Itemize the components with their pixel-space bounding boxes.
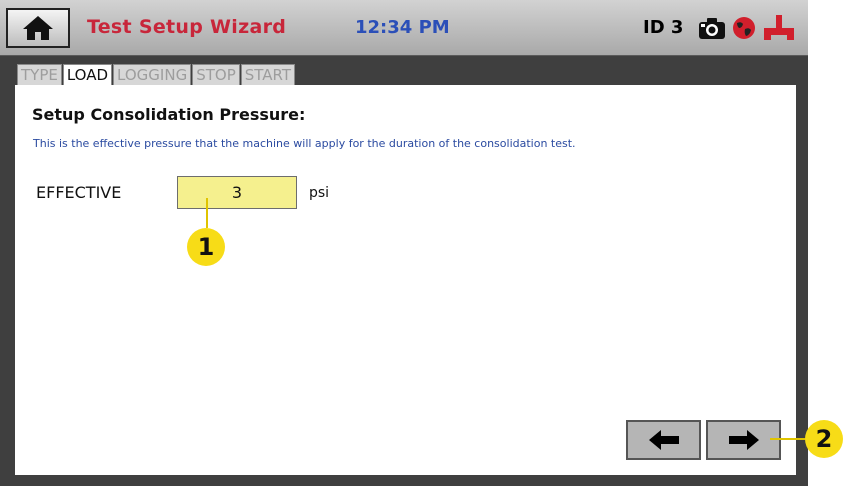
clock: 12:34 PM — [355, 17, 450, 38]
tab-stop[interactable]: STOP — [192, 64, 240, 85]
next-button[interactable] — [706, 420, 781, 460]
callout-2-leader — [770, 438, 805, 440]
section-description: This is the effective pressure that the … — [33, 137, 576, 150]
callout-1: 1 — [187, 228, 225, 266]
effective-pressure-input[interactable]: 3 — [177, 176, 297, 209]
tab-start[interactable]: START — [240, 64, 296, 85]
section-heading: Setup Consolidation Pressure: — [32, 105, 306, 124]
device-id: ID 3 — [643, 17, 684, 38]
content-panel: Setup Consolidation Pressure: This is th… — [15, 85, 796, 475]
header-bar: Test Setup Wizard 12:34 PM ID 3 — [0, 0, 808, 56]
page-title: Test Setup Wizard — [87, 16, 287, 38]
callout-1-leader — [206, 198, 208, 228]
app-frame: Test Setup Wizard 12:34 PM ID 3 TYPE LOA… — [0, 0, 808, 486]
status-icons — [698, 14, 796, 42]
arrow-right-icon — [728, 430, 759, 450]
home-button[interactable] — [6, 8, 70, 48]
camera-icon[interactable] — [698, 16, 726, 40]
tab-type[interactable]: TYPE — [17, 64, 62, 85]
globe-icon[interactable] — [732, 16, 756, 40]
wizard-tabs: TYPE LOAD LOGGING STOP START — [17, 64, 296, 86]
arrow-left-icon — [648, 430, 679, 450]
home-icon — [23, 16, 53, 40]
connection-icon[interactable] — [762, 14, 796, 42]
unit-label: psi — [309, 185, 330, 201]
tab-load[interactable]: LOAD — [62, 64, 113, 86]
tab-logging[interactable]: LOGGING — [113, 64, 192, 85]
callout-2: 2 — [805, 420, 843, 458]
back-button[interactable] — [626, 420, 701, 460]
effective-label: EFFECTIVE — [36, 183, 122, 202]
